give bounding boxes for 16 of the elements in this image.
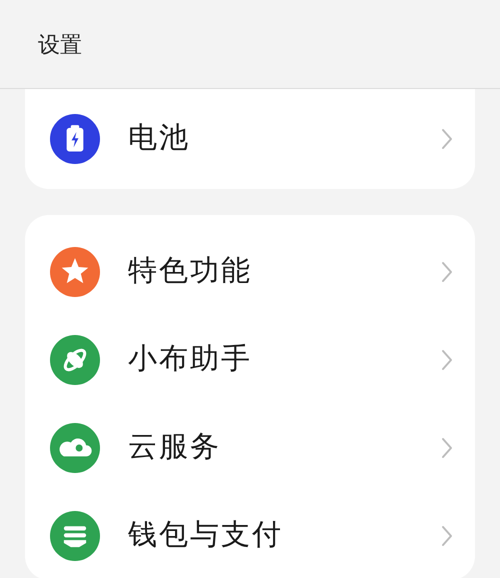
settings-item[interactable]: 特色功能 (25, 228, 475, 316)
settings-item[interactable]: 小布助手 (25, 316, 475, 404)
chevron-right-icon (441, 261, 453, 283)
settings-item[interactable]: 钱包与支付 (25, 492, 475, 578)
item-label: 钱包与支付 (128, 518, 284, 554)
item-label: 电池 (128, 121, 191, 156)
chevron-right-icon (441, 128, 453, 150)
settings-item[interactable]: 电池 (25, 95, 475, 183)
settings-item[interactable]: 云服务 (25, 404, 475, 492)
page-title: 设置 (38, 30, 82, 58)
chevron-right-icon (441, 349, 453, 371)
chevron-right-icon (441, 525, 453, 547)
item-label: 小布助手 (128, 342, 253, 378)
chevron-right-icon (441, 437, 453, 459)
item-label: 云服务 (128, 430, 222, 466)
item-label: 特色功能 (128, 254, 253, 290)
